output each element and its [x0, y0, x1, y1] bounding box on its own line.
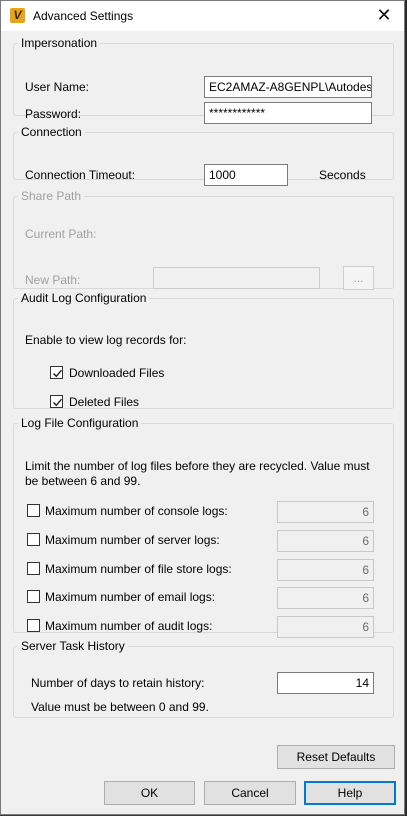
- password-input[interactable]: ************: [204, 102, 372, 124]
- server-logs-input[interactable]: 6: [277, 530, 374, 552]
- email-logs-label: Maximum number of email logs:: [45, 590, 216, 604]
- new-path-input[interactable]: [153, 267, 320, 289]
- audit-logs-checkbox[interactable]: [27, 619, 40, 632]
- connection-timeout-unit: Seconds: [319, 168, 366, 182]
- checkmark-icon: [53, 369, 63, 378]
- cancel-button[interactable]: Cancel: [204, 781, 296, 805]
- audit-log-intro: Enable to view log records for:: [25, 333, 187, 347]
- task-history-group: Server Task History Number of days to re…: [13, 639, 394, 718]
- deleted-files-checkbox[interactable]: [50, 395, 63, 408]
- advanced-settings-dialog: V Advanced Settings ✕ Impersonation User…: [0, 0, 405, 815]
- console-logs-checkbox[interactable]: [27, 504, 40, 517]
- browse-path-button[interactable]: ...: [343, 266, 374, 290]
- new-path-label: New Path:: [25, 273, 81, 287]
- checkmark-icon: [53, 398, 63, 407]
- console-logs-label: Maximum number of console logs:: [45, 504, 228, 518]
- downloaded-files-checkbox[interactable]: [50, 366, 63, 379]
- reset-defaults-button[interactable]: Reset Defaults: [277, 745, 395, 769]
- audit-logs-label: Maximum number of audit logs:: [45, 619, 213, 633]
- log-file-group: Log File Configuration Limit the number …: [13, 416, 394, 638]
- connection-legend: Connection: [21, 125, 82, 139]
- audit-log-legend: Audit Log Configuration: [21, 291, 147, 305]
- file-store-logs-checkbox[interactable]: [27, 562, 40, 575]
- impersonation-legend: Impersonation: [21, 36, 98, 50]
- log-file-intro-line2: be between 6 and 99.: [25, 474, 141, 488]
- window-title: Advanced Settings: [33, 9, 134, 23]
- file-store-logs-input[interactable]: 6: [277, 559, 374, 581]
- days-retain-input[interactable]: 14: [277, 672, 374, 694]
- close-icon[interactable]: ✕: [374, 5, 394, 25]
- share-path-legend: Share Path: [21, 189, 82, 203]
- title-bar: V Advanced Settings ✕: [1, 1, 404, 31]
- console-logs-input[interactable]: 6: [277, 501, 374, 523]
- user-name-input[interactable]: EC2AMAZ-A8GENPL\Autodesk: [204, 76, 372, 98]
- ok-button[interactable]: OK: [104, 781, 195, 805]
- email-logs-input[interactable]: 6: [277, 587, 374, 609]
- log-file-intro-line1: Limit the number of log files before the…: [25, 459, 370, 473]
- share-path-group: Share Path Current Path: New Path: ...: [13, 189, 394, 290]
- server-logs-label: Maximum number of server logs:: [45, 533, 220, 547]
- user-name-label: User Name:: [25, 80, 90, 94]
- downloaded-files-label: Downloaded Files: [69, 366, 165, 380]
- help-button[interactable]: Help: [304, 781, 396, 805]
- password-label: Password:: [25, 107, 82, 121]
- current-path-label: Current Path:: [25, 227, 97, 241]
- impersonation-group: Impersonation User Name: EC2AMAZ-A8GENPL…: [13, 36, 394, 124]
- days-retain-note: Value must be between 0 and 99.: [31, 700, 209, 714]
- log-file-legend: Log File Configuration: [21, 416, 139, 430]
- connection-timeout-input[interactable]: 1000: [204, 164, 288, 186]
- audit-logs-input[interactable]: 6: [277, 616, 374, 638]
- file-store-logs-label: Maximum number of file store logs:: [45, 562, 232, 576]
- days-retain-label: Number of days to retain history:: [31, 676, 205, 690]
- deleted-files-label: Deleted Files: [69, 395, 140, 409]
- audit-log-group: Audit Log Configuration Enable to view l…: [13, 291, 394, 409]
- server-logs-checkbox[interactable]: [27, 533, 40, 546]
- connection-group: Connection Connection Timeout: 1000 Seco…: [13, 125, 394, 186]
- vault-app-icon: V: [10, 8, 25, 23]
- connection-timeout-label: Connection Timeout:: [25, 168, 136, 182]
- task-history-legend: Server Task History: [21, 639, 125, 653]
- email-logs-checkbox[interactable]: [27, 590, 40, 603]
